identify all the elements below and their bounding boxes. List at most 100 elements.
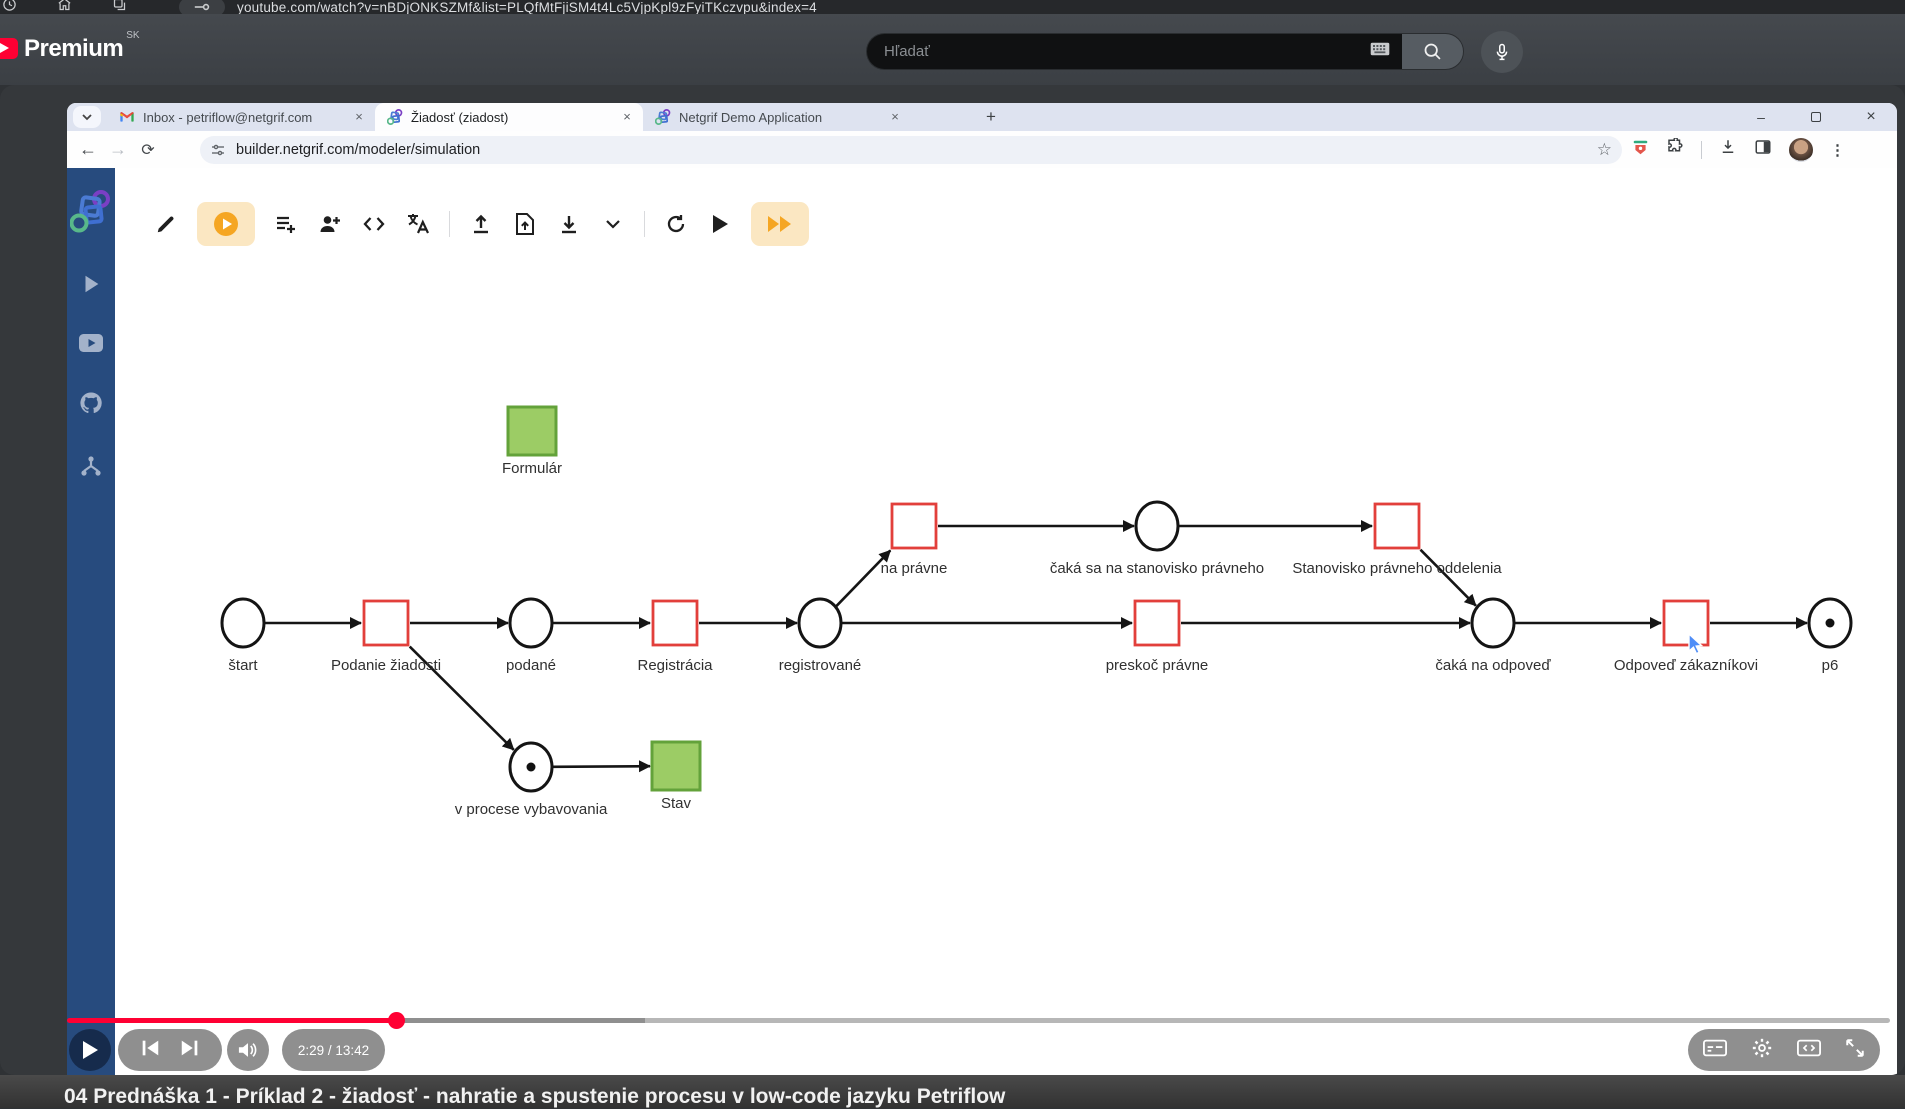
tab-close-icon[interactable]: × [351,109,367,125]
forward-button[interactable]: → [103,139,133,160]
petri-label: v procese vybavovania [455,801,608,818]
sidebar-github-icon[interactable] [79,391,103,420]
fullscreen-button[interactable] [1845,1038,1865,1063]
upload-icon[interactable] [468,211,494,237]
new-tab-button[interactable]: + [979,106,1003,128]
next-video-button[interactable] [179,1039,201,1062]
petri-arc-vprocese-stav[interactable] [552,760,652,773]
video-title: 04 Prednáška 1 - Príklad 2 - žiadosť - n… [64,1085,1006,1108]
time-display: 2:29 / 13:42 [282,1029,385,1071]
petri-label: Stav [661,795,692,812]
bookmark-star-icon[interactable]: ☆ [1597,140,1612,160]
minimize-button[interactable]: – [1749,109,1773,125]
fast-forward-button[interactable] [751,202,809,246]
sidebar-youtube-icon[interactable] [79,334,103,357]
chevron-down-icon[interactable] [600,211,626,237]
search-input[interactable]: Hľadať [866,33,1402,70]
code-brackets-icon[interactable] [361,211,387,237]
petri-arc-stanovisko-caka_odpoved[interactable] [1419,548,1477,607]
history-icon[interactable] [2,0,17,14]
reset-refresh-icon[interactable] [663,211,689,237]
petri-label: p6 [1822,657,1839,674]
petri-data-formular[interactable] [506,405,558,457]
petri-arc-registrovane-napravne[interactable] [835,549,892,608]
search-placeholder: Hľadať [884,43,930,60]
page-below-video: 04 Prednáška 1 - Príklad 2 - žiadosť - n… [0,1075,1905,1108]
site-info-pill[interactable] [179,0,225,14]
playlist-add-icon[interactable] [273,211,299,237]
netgrif-logo-icon[interactable] [69,190,112,239]
download-icon[interactable] [556,211,582,237]
brand-name: Premium [24,35,124,62]
petri-label: preskoč právne [1106,657,1209,674]
volume-button[interactable] [227,1029,269,1071]
progress-track[interactable] [645,1018,1890,1023]
progress-scrubber[interactable] [388,1012,405,1029]
tab-overview-icon[interactable] [112,0,127,14]
youtube-premium-logo[interactable]: Premium SK [0,30,140,66]
youtube-masthead: Premium SK Hľadať [0,14,1905,85]
sidebar-play-icon[interactable] [80,273,102,300]
miniplayer-button[interactable] [1797,1039,1821,1062]
tab-label: Inbox - petriflow@netgrif.com [143,109,313,125]
petri-token [526,762,536,772]
edit-pencil-icon[interactable] [153,211,179,237]
simulation-mode-button[interactable] [197,202,255,246]
settings-gear-button[interactable] [1751,1037,1773,1064]
extensions-puzzle-icon[interactable] [1666,137,1684,161]
previous-video-button[interactable] [139,1039,161,1062]
play-icon[interactable] [707,211,733,237]
search-icon [1424,43,1441,60]
petri-place-start[interactable] [220,597,266,649]
home-icon[interactable] [57,0,72,14]
play-pause-button[interactable] [69,1029,111,1071]
petri-transition-stanovisko[interactable] [1373,502,1421,550]
adblock-extension-icon[interactable] [1632,139,1649,161]
video-player[interactable]: Inbox - petriflow@netgrif.com × Žiadosť (z… [0,85,1905,1075]
person-add-icon[interactable] [317,211,343,237]
tab-label: Žiadosť (ziadost) [411,109,509,125]
tab-search-button[interactable] [73,106,101,128]
address-bar[interactable]: builder.netgrif.com/modeler/simulation ☆ [200,135,1622,164]
progress-buffered[interactable] [396,1018,645,1023]
close-button[interactable]: × [1859,108,1883,126]
maximize-button[interactable] [1804,109,1828,125]
petri-place-caka_odpoved[interactable] [1470,597,1516,649]
browser-tab[interactable]: Inbox - petriflow@netgrif.com × [107,103,375,131]
tab-close-icon[interactable]: × [619,109,635,125]
petri-place-caka_stanovisko[interactable] [1134,500,1180,552]
downloads-icon[interactable] [1719,138,1737,161]
petri-label: štart [228,657,258,674]
petri-place-podane[interactable] [508,597,554,649]
keyboard-icon[interactable] [1370,42,1390,61]
subtitles-button[interactable] [1703,1039,1727,1062]
browser-tab[interactable]: Netgrif Demo Application × [643,103,911,131]
petri-transition-napravne[interactable] [890,502,938,550]
toolbar-divider [1701,140,1702,159]
sidebar-process-tree-icon[interactable] [79,454,103,483]
search-button[interactable] [1402,33,1464,70]
petri-transition-odpoved[interactable] [1662,599,1710,647]
petri-transition-registracia[interactable] [651,599,699,647]
outer-url[interactable]: youtube.com/watch?v=nBDjONKSZMf&list=PLQ… [237,0,817,14]
mic-button[interactable] [1481,31,1523,73]
reload-button[interactable]: ⟳ [133,140,163,160]
browser-tab[interactable]: Žiadosť (ziadost) × [375,103,643,131]
file-import-icon[interactable] [512,211,538,237]
petri-net-canvas[interactable]: Formulár štart Podanie žiadosti podané Regis… [67,168,1897,1075]
profile-avatar[interactable] [1789,137,1813,162]
petri-label: podané [506,657,556,674]
progress-played[interactable] [67,1018,396,1023]
petri-transition-podanie[interactable] [362,599,410,647]
browser-menu-icon[interactable]: ⋮ [1830,141,1845,159]
petri-data-stav[interactable] [650,740,702,792]
back-button[interactable]: ← [73,139,103,160]
petri-label: registrované [779,657,862,674]
site-settings-icon[interactable] [210,142,226,158]
translate-icon[interactable] [405,211,431,237]
petri-transition-preskoc[interactable] [1133,599,1181,647]
petri-place-registrovane[interactable] [797,597,843,649]
modeler-toolbar [153,200,809,248]
side-panel-icon[interactable] [1754,138,1772,161]
tab-close-icon[interactable]: × [887,109,903,125]
